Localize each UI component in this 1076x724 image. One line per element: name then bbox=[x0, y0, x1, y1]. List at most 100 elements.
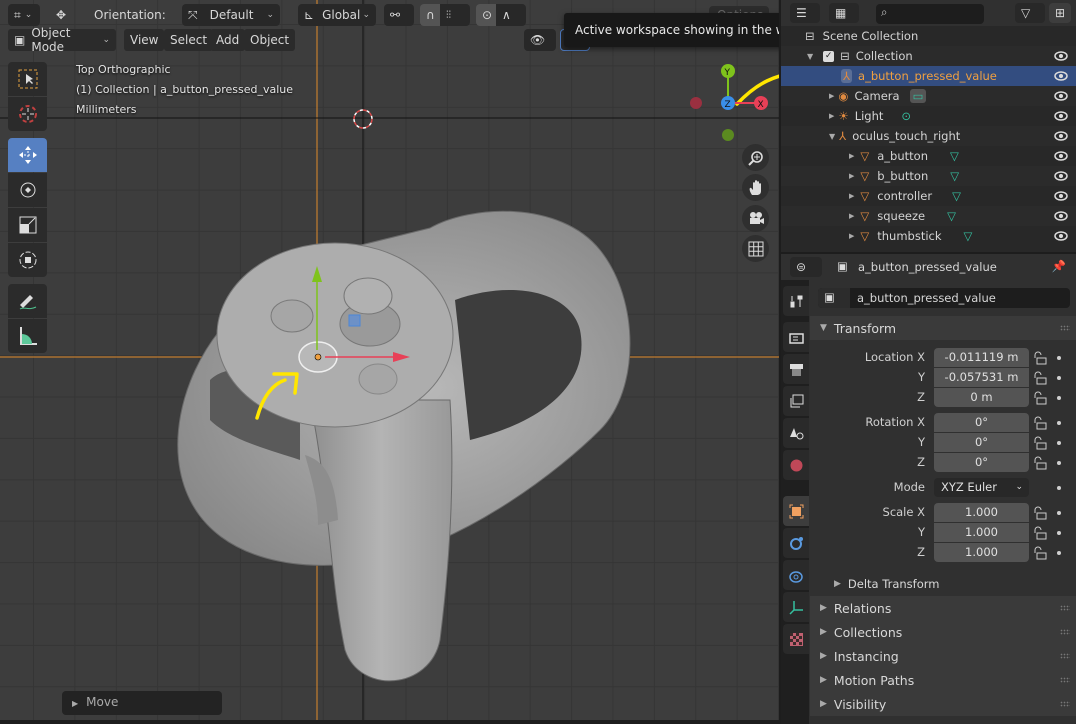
transform-tool-icon[interactable]: ✥ bbox=[50, 4, 72, 26]
transform-orientation-dropdown[interactable]: ⊾ Global ⌄ bbox=[298, 4, 376, 26]
tool-measure[interactable] bbox=[8, 319, 47, 353]
tool-rotate[interactable] bbox=[8, 173, 47, 207]
lock-icon[interactable] bbox=[1033, 351, 1047, 365]
pin-icon[interactable]: 📌 bbox=[1052, 259, 1066, 273]
instancing-panel-header[interactable]: ▶ Instancing bbox=[810, 644, 1076, 668]
tab-world[interactable] bbox=[783, 450, 809, 480]
drag-grip-icon[interactable] bbox=[1060, 605, 1070, 611]
falloff-dropdown[interactable]: ∧ bbox=[496, 4, 526, 26]
tab-tool[interactable] bbox=[783, 286, 809, 316]
tab-object-data[interactable] bbox=[783, 592, 809, 622]
delta-transform-subpanel[interactable]: ▶ Delta Transform bbox=[810, 572, 1076, 596]
eye-icon[interactable] bbox=[1054, 109, 1068, 123]
b-button-model[interactable] bbox=[270, 299, 314, 333]
eye-icon[interactable] bbox=[1054, 189, 1068, 203]
outliner-editor-type[interactable]: ☰ bbox=[790, 3, 820, 23]
display-mode-dropdown[interactable]: ▦ bbox=[829, 3, 859, 23]
scale-y-field[interactable]: 1.000 bbox=[934, 523, 1029, 542]
outliner-row-oculus-touch-right[interactable]: ▼ ⅄ oculus_touch_right bbox=[781, 126, 1076, 146]
scale-x-field[interactable]: 1.000 bbox=[934, 503, 1029, 522]
tool-scale[interactable] bbox=[8, 208, 47, 242]
eye-icon[interactable] bbox=[1054, 129, 1068, 143]
visibility-dropdown[interactable]: 👁 bbox=[524, 29, 556, 51]
expand-arrow-icon[interactable]: ▶ bbox=[849, 232, 854, 240]
filter-dropdown[interactable]: ▽ bbox=[1015, 3, 1045, 23]
expand-arrow-icon[interactable]: ▶ bbox=[849, 212, 854, 220]
mesh-data-icon[interactable]: ▽ bbox=[952, 189, 961, 203]
drag-grip-icon[interactable] bbox=[1060, 629, 1070, 635]
camera-data-icon[interactable]: ▭ bbox=[909, 89, 927, 103]
mesh-data-icon[interactable]: ▽ bbox=[964, 229, 973, 243]
tab-modifiers[interactable] bbox=[783, 528, 809, 558]
expand-arrow-icon[interactable]: ▶ bbox=[829, 92, 834, 100]
new-collection-button[interactable]: ⊞ bbox=[1049, 3, 1071, 23]
last-operator-panel[interactable]: ▶ Move bbox=[62, 691, 222, 715]
outliner-row-a-button-pressed-value[interactable]: ⅄ a_button_pressed_value bbox=[781, 66, 1076, 86]
keyframe-dot[interactable] bbox=[1057, 461, 1061, 465]
keyframe-dot[interactable] bbox=[1057, 551, 1061, 555]
3d-viewport[interactable]: Y X Z ⌗ ⌄ ✥ Orientation: ⤧ Default ⌄ ⊾ Gl… bbox=[0, 0, 779, 720]
lock-icon[interactable] bbox=[1033, 391, 1047, 405]
mesh-data-icon[interactable]: ▽ bbox=[950, 169, 959, 183]
menu-view[interactable]: View bbox=[124, 29, 165, 51]
ortho-toggle-button[interactable] bbox=[742, 235, 769, 262]
lock-icon[interactable] bbox=[1033, 416, 1047, 430]
keyframe-dot[interactable] bbox=[1057, 356, 1061, 360]
orientation-dropdown[interactable]: ⤧ Default ⌄ bbox=[182, 4, 280, 26]
lock-icon[interactable] bbox=[1033, 436, 1047, 450]
mesh-data-icon[interactable]: ▽ bbox=[950, 149, 959, 163]
thumbstick-model[interactable] bbox=[343, 277, 393, 315]
object-datablock-icon[interactable]: ▣ bbox=[818, 288, 850, 308]
rotation-z-field[interactable]: 0° bbox=[934, 453, 1029, 472]
drag-grip-icon[interactable] bbox=[1060, 653, 1070, 659]
collections-panel-header[interactable]: ▶ Collections bbox=[810, 620, 1076, 644]
lock-icon[interactable] bbox=[1033, 456, 1047, 470]
object-name-field[interactable]: ▣ a_button_pressed_value bbox=[818, 288, 1070, 308]
eye-icon[interactable] bbox=[1054, 169, 1068, 183]
lock-icon[interactable] bbox=[1033, 546, 1047, 560]
expand-arrow-icon[interactable]: ▼ bbox=[807, 52, 813, 61]
eye-icon[interactable] bbox=[1054, 69, 1068, 83]
eye-icon[interactable] bbox=[1054, 209, 1068, 223]
lock-icon[interactable] bbox=[1033, 371, 1047, 385]
lock-icon[interactable] bbox=[1033, 526, 1047, 540]
rotation-y-field[interactable]: 0° bbox=[934, 433, 1029, 452]
eye-icon[interactable] bbox=[1054, 49, 1068, 63]
motion-paths-panel-header[interactable]: ▶ Motion Paths bbox=[810, 668, 1076, 692]
mode-dropdown[interactable]: ▣ Object Mode ⌄ bbox=[8, 26, 116, 54]
expand-arrow-icon[interactable]: ▶ bbox=[829, 112, 834, 120]
eye-icon[interactable] bbox=[1054, 89, 1068, 103]
expand-arrow-icon[interactable]: ▶ bbox=[849, 152, 854, 160]
keyframe-dot[interactable] bbox=[1057, 486, 1061, 490]
pivot-point-dropdown[interactable]: ⚯ bbox=[384, 4, 414, 26]
keyframe-dot[interactable] bbox=[1057, 396, 1061, 400]
keyframe-dot[interactable] bbox=[1057, 511, 1061, 515]
tab-object[interactable] bbox=[783, 496, 809, 526]
drag-grip-icon[interactable] bbox=[1060, 677, 1070, 683]
expand-arrow-icon[interactable]: ▶ bbox=[849, 192, 854, 200]
location-x-field[interactable]: -0.011119 m bbox=[934, 348, 1029, 367]
outliner-row-thumbstick[interactable]: ▶ ▽ thumbstick ▽ bbox=[781, 226, 1076, 246]
proportional-edit-toggle[interactable]: ⊙ bbox=[476, 4, 496, 26]
drag-grip-icon[interactable] bbox=[1060, 325, 1070, 331]
pan-view-button[interactable] bbox=[742, 174, 769, 201]
location-z-field[interactable]: 0 m bbox=[934, 388, 1029, 407]
expand-arrow-icon[interactable]: ▶ bbox=[849, 172, 854, 180]
tool-annotate[interactable] bbox=[8, 284, 47, 318]
menu-add[interactable]: Add bbox=[210, 29, 246, 51]
move-gizmo-plane-handle[interactable] bbox=[348, 314, 361, 327]
snap-target-dropdown[interactable]: ⫶⫶ bbox=[440, 4, 470, 26]
location-y-field[interactable]: -0.057531 m bbox=[934, 368, 1029, 387]
eye-icon[interactable] bbox=[1054, 149, 1068, 163]
exclude-checkbox[interactable]: ✓ bbox=[823, 50, 835, 62]
relations-panel-header[interactable]: ▶ Relations bbox=[810, 596, 1076, 620]
tab-scene[interactable] bbox=[783, 418, 809, 448]
tab-view-layer[interactable] bbox=[783, 386, 809, 416]
keyframe-dot[interactable] bbox=[1057, 376, 1061, 380]
zoom-view-button[interactable] bbox=[742, 144, 769, 171]
camera-view-button[interactable] bbox=[742, 205, 769, 232]
outliner-row-collection[interactable]: ▼ ✓ ⊟ Collection bbox=[781, 46, 1076, 66]
controller-model[interactable] bbox=[177, 210, 631, 682]
keyframe-dot[interactable] bbox=[1057, 421, 1061, 425]
drag-grip-icon[interactable] bbox=[1060, 701, 1070, 707]
